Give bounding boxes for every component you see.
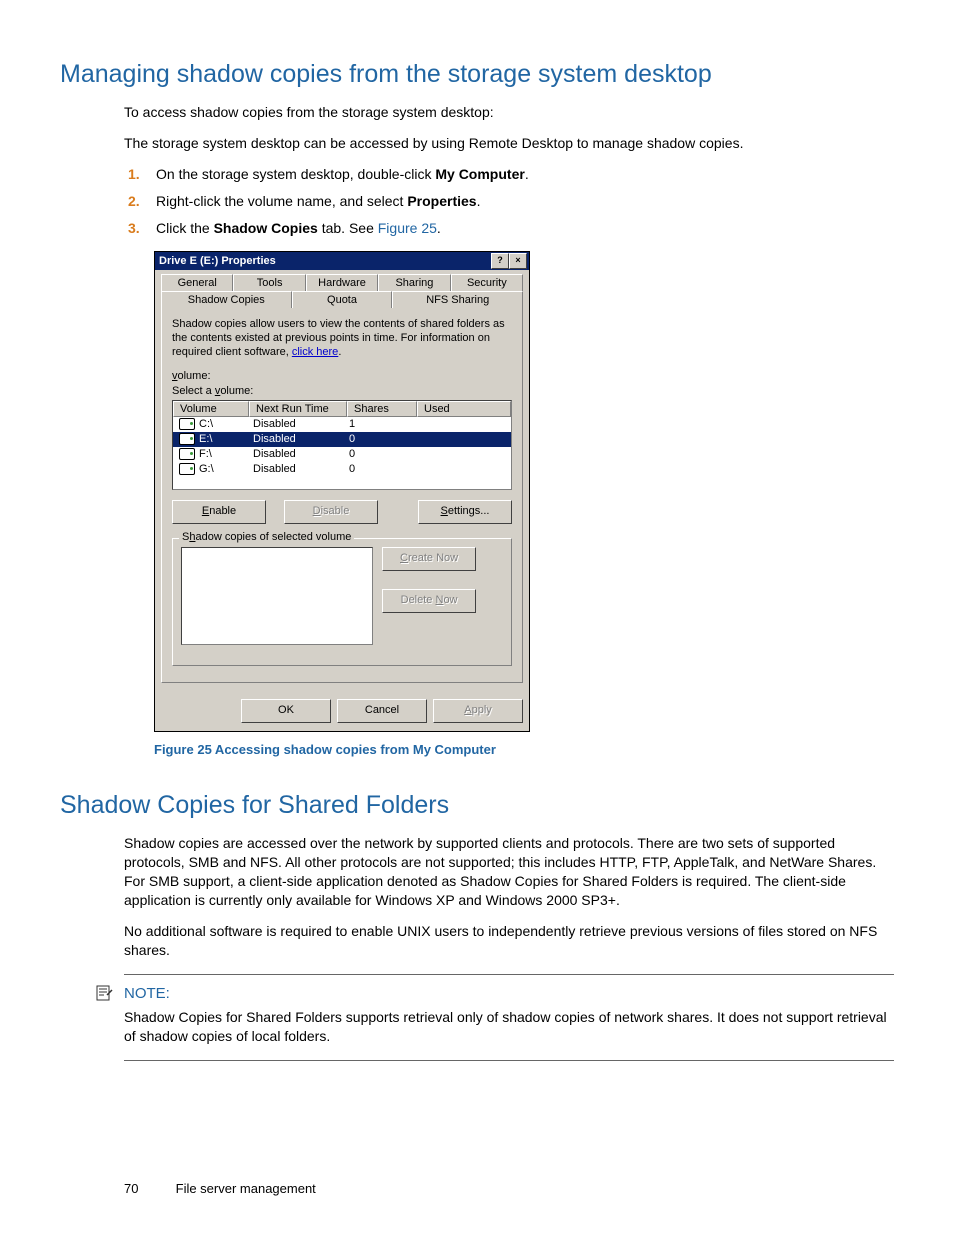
disk-icon [179, 448, 195, 460]
properties-dialog: Drive E (E:) Properties ? × General Tool… [154, 251, 530, 732]
col-used[interactable]: Used [417, 401, 511, 417]
tab-shadow-copies[interactable]: Shadow Copies [161, 291, 292, 308]
footer-text: File server management [176, 1181, 316, 1196]
step-2: Right-click the volume name, and select … [156, 192, 894, 211]
steps-list: On the storage system desktop, double-cl… [60, 165, 894, 238]
disk-icon [179, 463, 195, 475]
tab-description: Shadow copies allow users to view the co… [172, 318, 512, 359]
close-button[interactable]: × [509, 253, 527, 269]
volume-row[interactable]: F:\ Disabled 0 [173, 447, 511, 462]
dialog-titlebar: Drive E (E:) Properties ? × [155, 252, 529, 270]
figure-25-link[interactable]: Figure 25 [378, 220, 437, 236]
col-next-run[interactable]: Next Run Time [249, 401, 347, 417]
note-heading: NOTE: [124, 985, 894, 1002]
disk-icon [179, 433, 195, 445]
intro-2: The storage system desktop can be access… [60, 134, 894, 153]
step-3: Click the Shadow Copies tab. See Figure … [156, 219, 894, 238]
dialog-title: Drive E (E:) Properties [159, 255, 276, 267]
select-volume-text: Select a volume: [172, 385, 512, 397]
note-icon [96, 985, 114, 1001]
shadow-copies-listbox[interactable] [181, 547, 373, 645]
volume-list-header: Volume Next Run Time Shares Used [173, 401, 511, 417]
tab-general[interactable]: General [161, 274, 233, 291]
para-4: No additional software is required to en… [60, 922, 894, 960]
page-number: 70 [60, 1181, 172, 1196]
help-button[interactable]: ? [491, 253, 509, 269]
page-footer: 70 File server management [60, 1181, 894, 1196]
col-volume[interactable]: Volume [173, 401, 249, 417]
create-now-button[interactable]: Create Now [382, 547, 476, 571]
ok-button[interactable]: OK [241, 699, 331, 723]
note-body: Shadow Copies for Shared Folders support… [60, 1008, 894, 1046]
volume-list[interactable]: Volume Next Run Time Shares Used C:\ Dis… [172, 400, 512, 490]
divider [124, 974, 894, 975]
delete-now-button[interactable]: Delete Now [382, 589, 476, 613]
apply-button[interactable]: Apply [433, 699, 523, 723]
figure-caption: Figure 25 Accessing shadow copies from M… [60, 742, 894, 757]
click-here-link[interactable]: click here [292, 346, 338, 358]
intro-1: To access shadow copies from the storage… [60, 103, 894, 122]
enable-button[interactable]: Enable [172, 500, 266, 524]
disable-button[interactable]: Disable [284, 500, 378, 524]
para-3: Shadow copies are accessed over the netw… [60, 834, 894, 910]
select-volume-label: volume: [172, 370, 512, 382]
cancel-button[interactable]: Cancel [337, 699, 427, 723]
volume-row-selected[interactable]: E:\ Disabled 0 [173, 432, 511, 447]
shadow-copies-group: Shadow copies of selected volume Shadow … [172, 538, 512, 666]
volume-row[interactable]: G:\ Disabled 0 [173, 462, 511, 477]
tab-quota[interactable]: Quota [292, 291, 393, 308]
tab-tools[interactable]: Tools [233, 274, 305, 291]
heading-managing: Managing shadow copies from the storage … [60, 60, 894, 89]
disk-icon [179, 418, 195, 430]
tab-panel: Shadow copies allow users to view the co… [161, 308, 523, 683]
settings-button[interactable]: Settings... [418, 500, 512, 524]
group-label: Shadow copies of selected volume [179, 531, 354, 543]
tab-security[interactable]: Security [451, 274, 523, 291]
volume-row[interactable]: C:\ Disabled 1 [173, 417, 511, 432]
tab-sharing[interactable]: Sharing [378, 274, 450, 291]
divider [124, 1060, 894, 1061]
step-1: On the storage system desktop, double-cl… [156, 165, 894, 184]
heading-shared-folders: Shadow Copies for Shared Folders [60, 791, 894, 820]
tab-nfs-sharing[interactable]: NFS Sharing [392, 291, 523, 308]
col-shares[interactable]: Shares [347, 401, 417, 417]
tab-hardware[interactable]: Hardware [306, 274, 378, 291]
